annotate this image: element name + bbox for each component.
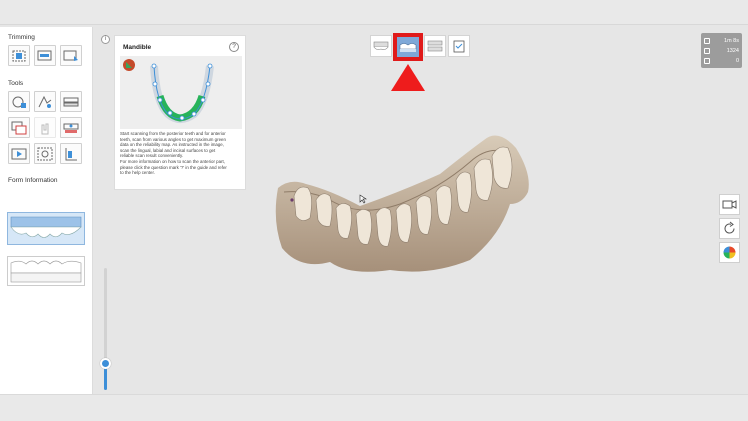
scan-time: 1m 8s [724,38,739,44]
trim-down-icon [63,50,78,61]
brush-tool[interactable] [34,91,56,112]
tooth-mark-icon [63,123,79,133]
frames-icon [704,48,710,54]
mandible-form-icon [10,260,82,283]
trim-area-tool[interactable] [8,45,30,66]
transparency-slider-thumb[interactable] [100,358,111,369]
capture-tool[interactable] [34,143,56,164]
trim-screen-tool[interactable] [34,45,56,66]
guide-text-line: to the help center. [120,170,155,176]
scan-time-row: 1m 8s [704,36,739,46]
guide-toggle-info-button[interactable]: i [101,35,110,44]
hand-icon [41,123,49,134]
bottom-bar [0,394,748,421]
reset-view-button[interactable] [719,218,740,239]
scan-step-tabs [370,33,474,61]
checklist-icon [453,40,465,53]
lock-sphere-icon [12,96,26,108]
area-select-icon [12,50,26,61]
mandible-guide-diagram-icon [123,59,214,123]
mandible-form-card[interactable] [7,256,85,286]
step-occlusion[interactable] [424,35,446,57]
step-maxilla[interactable] [370,35,392,57]
image-layer-tool[interactable] [8,117,30,138]
scan-count: 0 [735,58,739,64]
scan-count-row: 0 [704,56,739,66]
top-bar [0,0,748,25]
tooth-mark-tool[interactable] [60,117,82,138]
scan-guide-panel: Mandible ? Start scanning from the poste… [114,35,246,190]
screen-trim-icon [37,50,52,60]
video-tool[interactable] [8,143,30,164]
refresh-icon [724,221,735,234]
guide-image [120,56,242,129]
image-layer-icon [11,121,27,134]
hand-tool[interactable] [34,117,56,138]
trim-down-tool[interactable] [60,45,82,66]
highlight-arrow-icon [391,64,425,91]
count-icon [704,58,710,64]
occlusion-icon [427,40,443,52]
mandible-icon [399,43,417,52]
brush-icon [38,95,52,108]
guide-title: Mandible [123,44,152,51]
jaw-tool[interactable] [60,91,82,112]
camera-capture-icon [37,147,53,160]
mandible-scan-model[interactable] [270,100,540,290]
play-video-icon [11,148,27,159]
timer-icon [704,38,710,44]
scan-frames: 1324 [726,48,739,54]
guide-help-button[interactable]: ? [229,42,239,52]
scan-frames-row: 1324 [704,46,739,56]
maxilla-form-icon [10,216,82,238]
step-complete[interactable] [448,35,470,57]
color-map-icon [723,246,736,259]
reliability-map-button[interactable] [719,242,740,263]
trimming-section-title: Trimming [8,34,35,41]
guide-text-line: Start scanning from the posterior teeth … [120,131,226,136]
video-camera-icon [722,200,737,209]
guide-instructions: Start scanning from the posterior teeth … [120,131,244,176]
jaw-scan-icon [63,97,79,106]
left-sidebar: Trimming Tools Form Information [0,27,93,394]
tools-section-title: Tools [8,80,24,87]
form-info-section-title: Form Information [8,177,58,184]
step-mandible-inner [397,37,419,57]
mouse-cursor [359,194,367,204]
section-tool[interactable] [60,143,82,164]
maxilla-icon [373,41,389,50]
scan-info-panel: 1m 8s 1324 0 [701,33,742,68]
record-video-button[interactable] [719,194,740,215]
maxilla-form-card[interactable] [7,212,85,245]
lock-tool[interactable] [8,91,30,112]
section-view-icon [65,147,77,160]
step-mandible[interactable] [393,33,423,61]
